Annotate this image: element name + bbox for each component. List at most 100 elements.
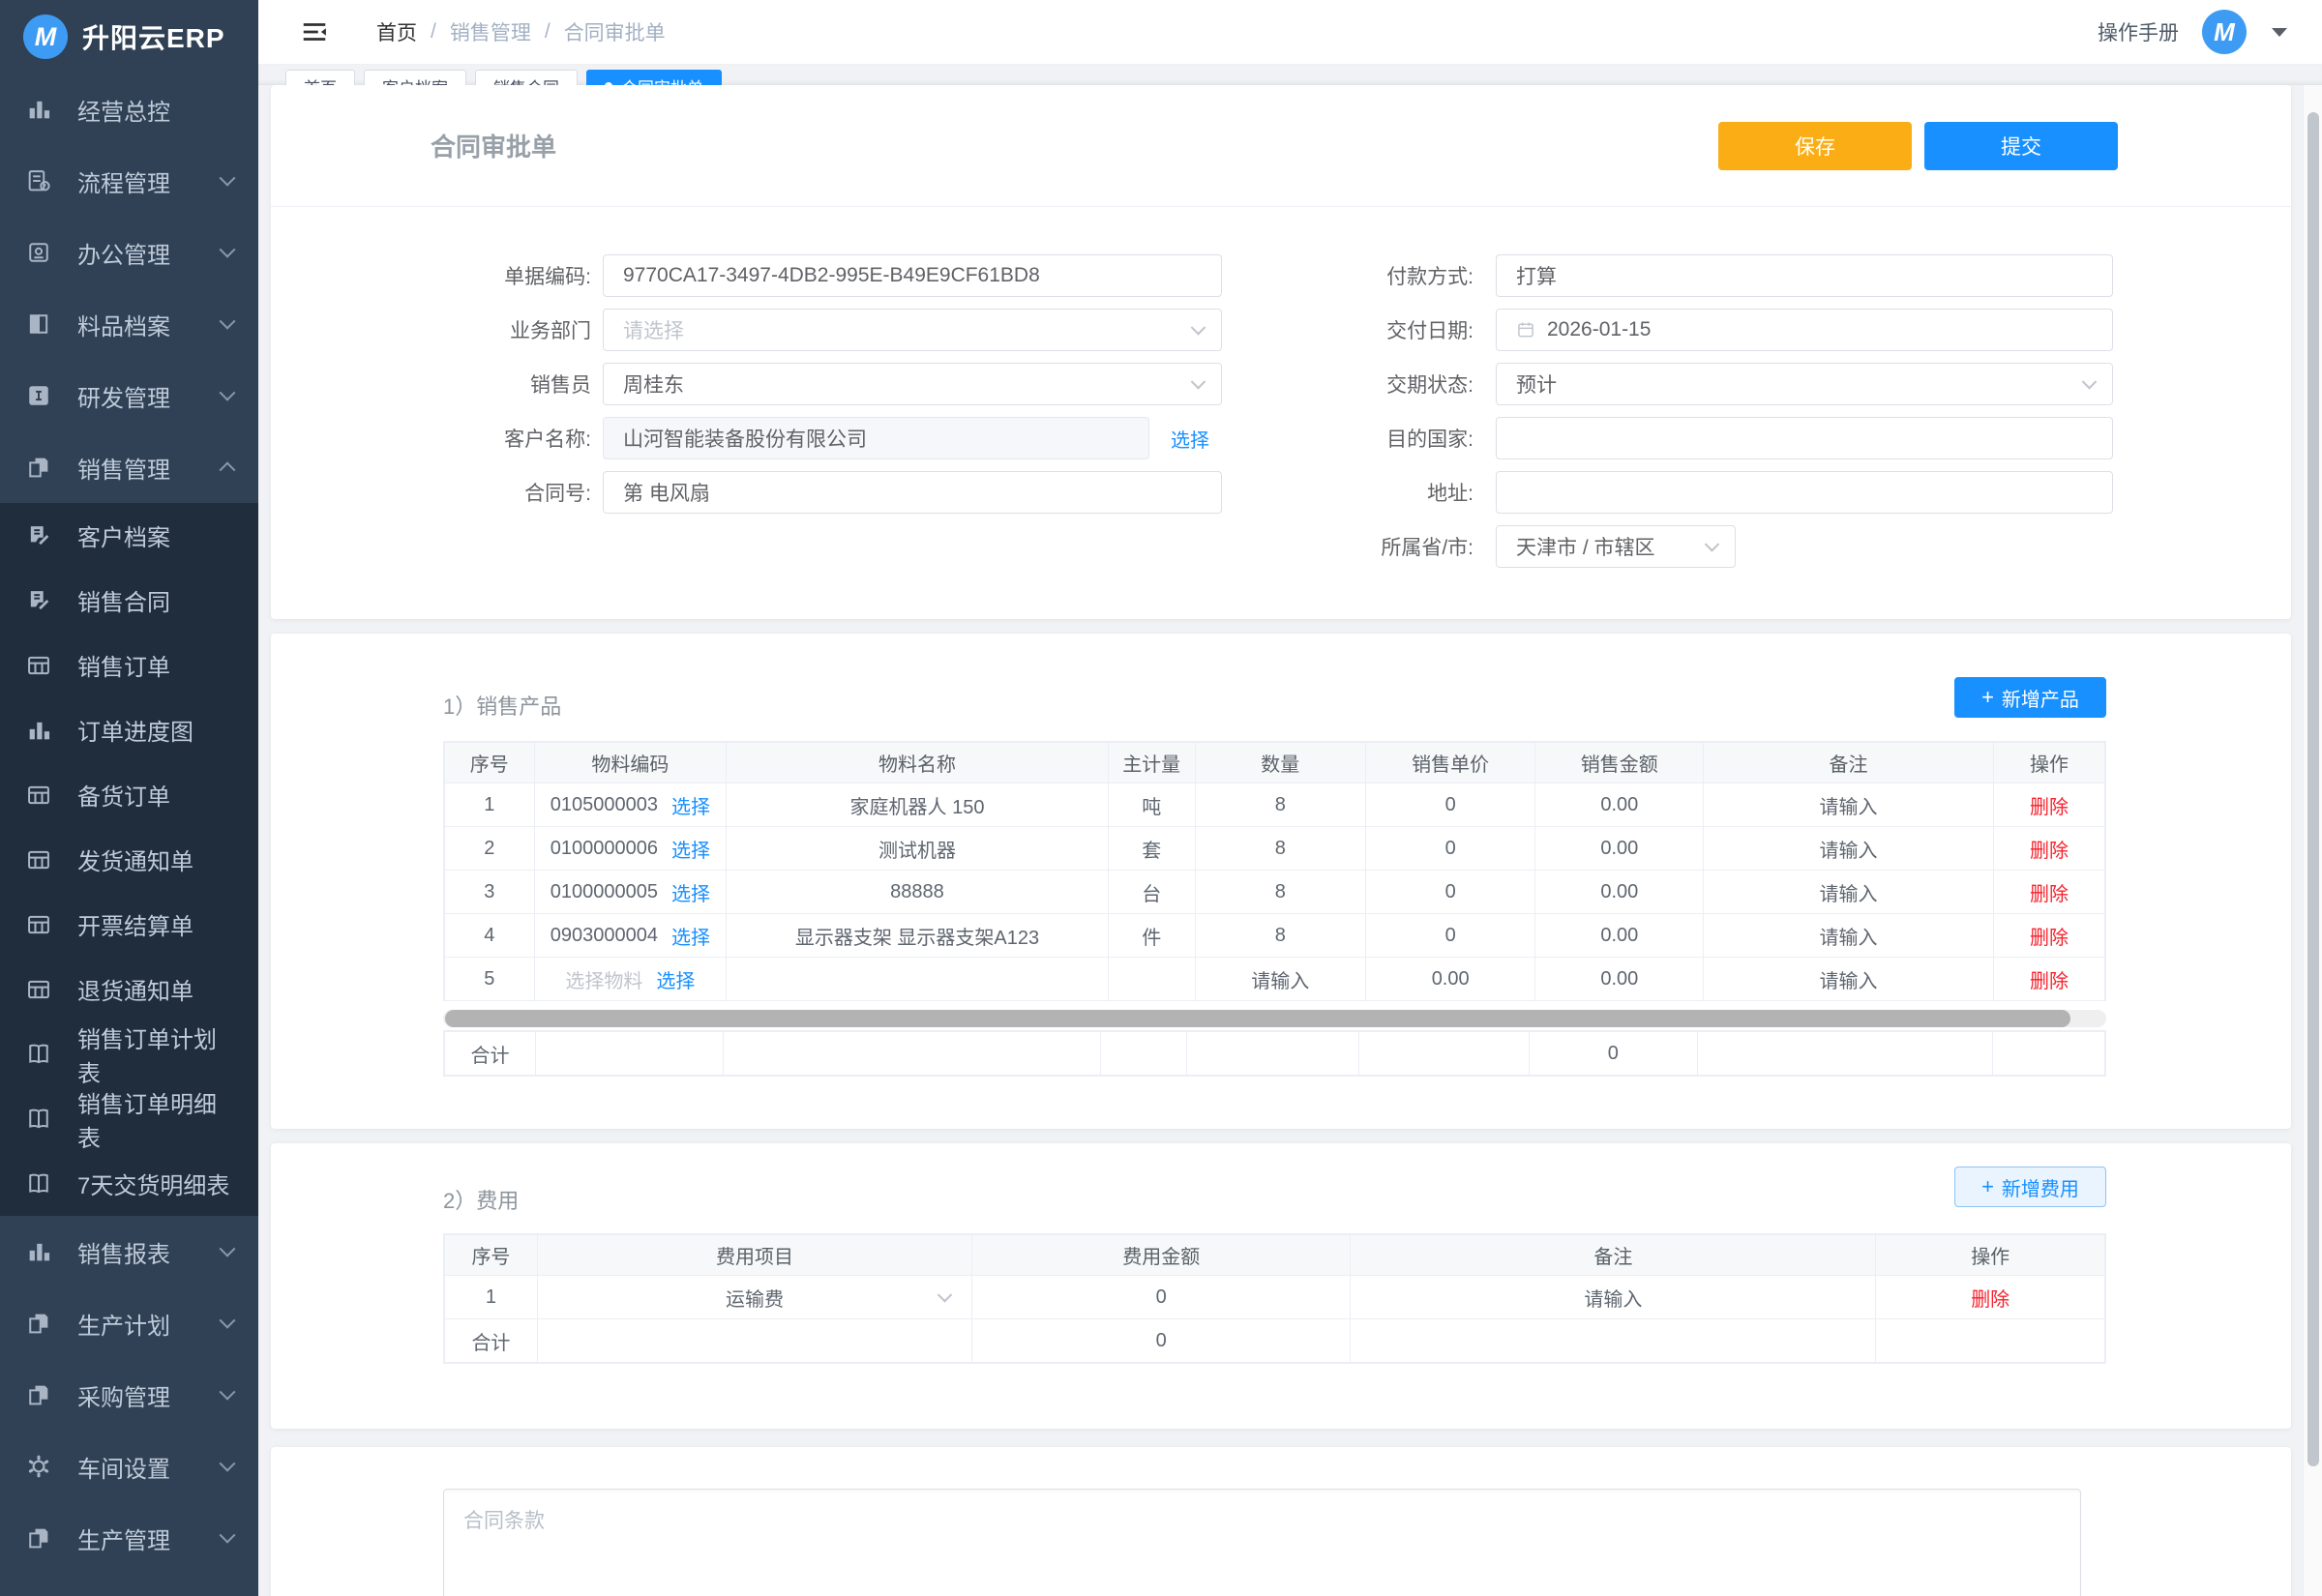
dest-country-input[interactable] [1496,417,2113,459]
contract-terms-textarea[interactable]: 合同条款 [443,1489,2081,1596]
sidebar-item-sales[interactable]: 销售管理 [0,431,258,503]
delete-row-link[interactable]: 删除 [2030,928,2069,949]
user-avatar[interactable]: M [2202,10,2247,54]
sidebar-item-sales-report[interactable]: 销售报表 [0,1216,258,1287]
tab-contract-approval[interactable]: 合同审批单 [586,70,722,85]
delivery-date-input[interactable]: 2026-01-15 [1496,309,2113,351]
qty-cell[interactable]: 8 [1195,871,1365,914]
col-remark: 备注 [1704,743,1994,783]
submit-button[interactable]: 提交 [1924,122,2118,170]
manual-link[interactable]: 操作手册 [2098,17,2179,46]
price-cell[interactable]: 0 [1365,783,1535,827]
sidebar-item-invoice-settlement[interactable]: 开票结算单 [0,892,258,957]
remark-cell[interactable]: 请输入 [1704,783,1994,827]
sidebar-item-7day-delivery-report[interactable]: 7天交货明细表 [0,1151,258,1216]
qty-cell[interactable]: 8 [1195,783,1365,827]
remark-cell[interactable]: 请输入 [1704,827,1994,871]
vertical-scrollbar-thumb[interactable] [2307,112,2319,1466]
qty-cell[interactable]: 请输入 [1195,958,1365,1001]
remark-cell[interactable]: 请输入 [1704,958,1994,1001]
payment-input[interactable]: 打算 [1496,254,2113,297]
select-material-link[interactable]: 选择 [671,835,710,863]
delete-row-link[interactable]: 删除 [2030,971,2069,992]
select-material-link[interactable]: 选择 [671,878,710,906]
delete-row-link[interactable]: 删除 [1971,1289,2009,1311]
select-material-link[interactable]: 选择 [656,965,695,993]
tab-home[interactable]: 首页 [285,70,355,85]
delete-row-link[interactable]: 删除 [2030,797,2069,818]
sidebar-item-materials[interactable]: 料品档案 [0,288,258,360]
code-value: 0903000004 [551,925,658,947]
sidebar-item-processing-workshop[interactable]: 加工车间 [0,1574,258,1596]
sidebar-item-sales-order[interactable]: 销售订单 [0,633,258,697]
department-select[interactable]: 请选择 [603,309,1222,351]
research-icon [25,382,52,409]
remark-cell[interactable]: 请输入 [1351,1276,1876,1319]
sidebar-item-sales-contract[interactable]: 销售合同 [0,568,258,633]
sidebar-item-order-plan-report[interactable]: 销售订单计划表 [0,1021,258,1086]
sidebar-item-purchasing[interactable]: 采购管理 [0,1359,258,1431]
sidebar-item-shipping-notice[interactable]: 发货通知单 [0,827,258,892]
delivery-status-select[interactable]: 预计 [1496,363,2113,405]
col-seq: 序号 [445,1235,538,1276]
salesman-select[interactable]: 周桂东 [603,363,1222,405]
terms-panel: 合同条款 [271,1447,2291,1596]
add-product-button[interactable]: + 新增产品 [1954,677,2106,718]
sidebar-item-production-plan[interactable]: 生产计划 [0,1287,258,1359]
province-select[interactable]: 天津市 / 市辖区 [1496,525,1736,568]
table-row: 1 运输费 0 请输入 删除 [445,1276,2105,1319]
save-button[interactable]: 保存 [1718,122,1912,170]
col-actions: 操作 [1876,1235,2105,1276]
material-book-icon [25,310,52,338]
sidebar-collapse-icon[interactable] [297,15,332,49]
sidebar-item-dashboard[interactable]: 经营总控 [0,74,258,145]
sidebar-item-order-detail-report[interactable]: 销售订单明细表 [0,1086,258,1151]
caret-down-icon[interactable] [2272,28,2287,37]
delete-row-link[interactable]: 删除 [2030,884,2069,905]
delivery-status-label: 交期状态: [1299,369,1474,399]
sidebar-item-return-notice[interactable]: 退货通知单 [0,957,258,1021]
add-product-label: 新增产品 [2002,684,2079,712]
seq-cell: 2 [445,827,535,871]
qty-cell[interactable]: 8 [1195,914,1365,958]
add-fee-button[interactable]: + 新增费用 [1954,1167,2106,1207]
customer-select-link[interactable]: 选择 [1171,425,1209,453]
sidebar-item-order-progress[interactable]: 订单进度图 [0,697,258,762]
sidebar-item-office[interactable]: 办公管理 [0,217,258,288]
breadcrumb-home[interactable]: 首页 [376,17,417,46]
tab-label: 客户档案 [382,74,448,86]
sidebar-item-customer-files[interactable]: 客户档案 [0,503,258,568]
doc-code-input[interactable]: 9770CA17-3497-4DB2-995E-B49E9CF61BD8 [603,254,1222,297]
fee-amount-cell[interactable]: 0 [972,1276,1351,1319]
fee-item-select[interactable]: 运输费 [537,1276,971,1319]
select-material-link[interactable]: 选择 [671,791,710,819]
price-cell[interactable]: 0 [1365,871,1535,914]
qty-cell[interactable]: 8 [1195,827,1365,871]
chevron-down-icon [2082,374,2098,390]
price-cell[interactable]: 0 [1365,827,1535,871]
horizontal-scrollbar-thumb[interactable] [445,1010,2070,1027]
sidebar-item-process[interactable]: 流程管理 [0,145,258,217]
remark-cell[interactable]: 请输入 [1704,871,1994,914]
tab-customer-files[interactable]: 客户档案 [364,70,466,85]
sidebar-item-stock-order[interactable]: 备货订单 [0,762,258,827]
col-material-code: 物料编码 [534,743,727,783]
contract-no-input[interactable]: 第 电风扇 [603,471,1222,514]
col-qty: 数量 [1195,743,1365,783]
price-cell[interactable]: 0 [1365,914,1535,958]
select-material-link[interactable]: 选择 [671,922,710,950]
price-cell[interactable]: 0.00 [1365,958,1535,1001]
tab-sales-contract[interactable]: 销售合同 [475,70,578,85]
app-root: M 升阳云ERP 经营总控 流程管理 办公管理 料品档案 研发管理 [0,0,2322,1596]
unit-cell: 件 [1108,914,1195,958]
sidebar-item-workshop-settings[interactable]: 车间设置 [0,1431,258,1502]
remark-cell[interactable]: 请输入 [1704,914,1994,958]
brand: M 升阳云ERP [0,0,258,74]
sidebar-item-production-mgmt[interactable]: 生产管理 [0,1502,258,1574]
sidebar-item-rnd[interactable]: 研发管理 [0,360,258,431]
amount-cell: 0.00 [1535,783,1704,827]
main-area: 首页 / 销售管理 / 合同审批单 操作手册 M 首页 客户档案 销售合同 合同… [258,0,2322,1596]
delete-row-link[interactable]: 删除 [2030,841,2069,862]
address-input[interactable] [1496,471,2113,514]
delivery-date-label: 交付日期: [1299,315,1474,344]
